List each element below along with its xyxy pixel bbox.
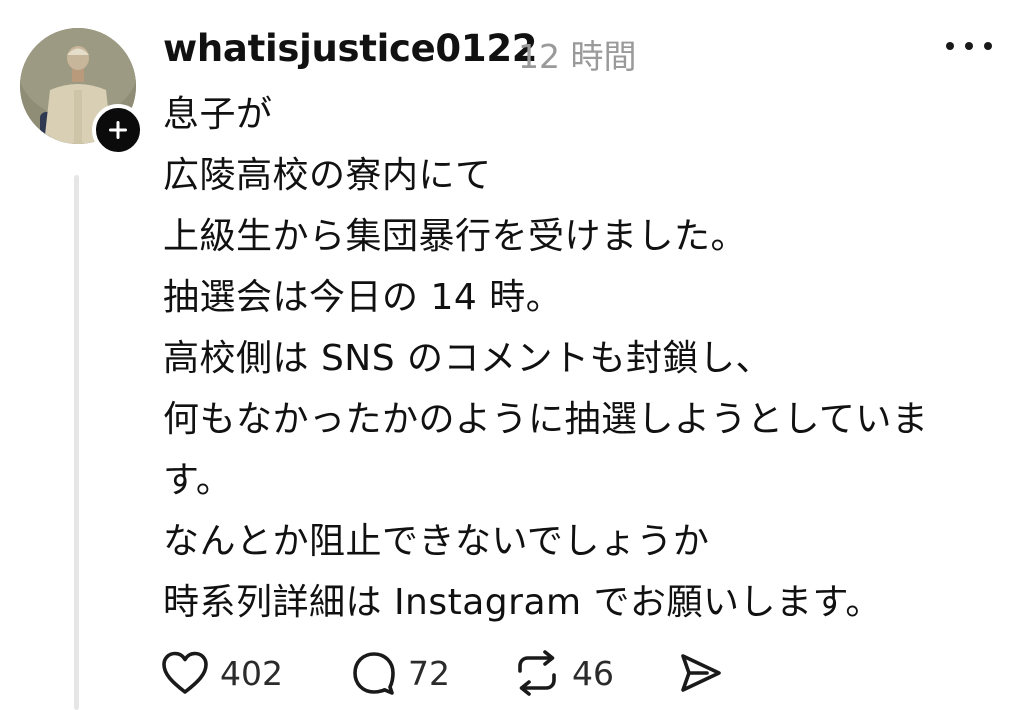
- thread-connector-line: [74, 175, 79, 710]
- repost-button[interactable]: 46: [512, 645, 614, 701]
- post-body-line: 何もなかったかのように抽選しようとしていま: [163, 399, 929, 440]
- repost-count: 46: [572, 653, 614, 693]
- post-body: 息子が 広陵高校の寮内にて 上級生から集団暴行を受けました。 抽選会は今日の 1…: [163, 84, 963, 633]
- thread-post: whatisjustice0122 12 時間 息子が 広陵高校の寮内にて 上級…: [0, 0, 1024, 710]
- more-dot: [984, 42, 992, 50]
- reply-count: 72: [408, 653, 450, 693]
- post-body-line: 息子が: [163, 94, 273, 135]
- more-dot: [965, 42, 973, 50]
- post-body-line: 高校側は SNS のコメントも封鎖し、: [163, 338, 773, 379]
- post-body-line: 時系列詳細は Instagram でお願いします。: [163, 582, 882, 623]
- post-body-line: なんとか阻止できないでしょうか: [163, 521, 710, 562]
- send-icon: [681, 654, 721, 692]
- more-horizontal-icon: [946, 42, 954, 50]
- username-link[interactable]: whatisjustice0122: [163, 27, 538, 70]
- post-body-line: 広陵高校の寮内にて: [163, 155, 492, 196]
- reply-button[interactable]: 72: [350, 645, 450, 701]
- repost-icon: [518, 650, 556, 696]
- plus-icon: [109, 121, 127, 139]
- share-button[interactable]: [677, 645, 723, 701]
- follow-button[interactable]: [92, 104, 144, 156]
- post-body-line: 上級生から集団暴行を受けました。: [163, 216, 748, 257]
- like-button[interactable]: 402: [160, 645, 283, 701]
- heart-icon: [162, 651, 208, 694]
- comment-bubble-icon: [353, 652, 395, 695]
- post-timestamp: 12 時間: [518, 37, 637, 76]
- post-actions-bar: 402 72 46: [160, 645, 780, 701]
- like-count: 402: [220, 653, 283, 693]
- post-body-line: す。: [163, 460, 233, 501]
- more-options-button[interactable]: [946, 34, 992, 58]
- post-body-line: 抽選会は今日の 14 時。: [163, 277, 563, 318]
